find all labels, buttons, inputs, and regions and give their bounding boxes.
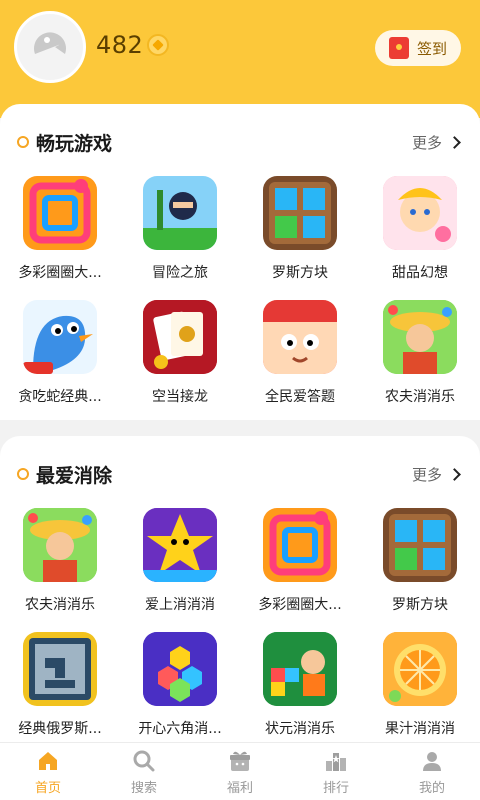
section-card: 最爱消除 更多 农夫消消乐 爱上消消消 多彩圈圈大... 罗斯方块 经典俄罗斯.…	[0, 436, 480, 756]
user-icon	[423, 752, 441, 771]
quiz-game-icon	[263, 300, 337, 374]
game-name: 罗斯方块	[272, 265, 328, 281]
header: 482 签到	[0, 0, 480, 118]
snake-game-icon	[23, 300, 97, 374]
game-item[interactable]: 甜品幻想	[360, 174, 480, 294]
tetris-game-icon	[23, 632, 97, 706]
game-item[interactable]: 爱上消消消	[120, 506, 240, 626]
section-title: 最爱消除	[36, 465, 113, 487]
game-item[interactable]: 冒险之旅	[120, 174, 240, 294]
farmer-game-icon	[23, 508, 97, 582]
checkin-button[interactable]: 签到	[375, 30, 461, 66]
nav-item-me[interactable]: 我的	[384, 743, 480, 800]
game-name: 多彩圈圈大...	[18, 265, 102, 281]
more-link[interactable]: 更多	[412, 464, 461, 485]
bottom-nav: 首页 搜索 福利 排行 我的	[0, 742, 480, 800]
cards-game-icon	[143, 300, 217, 374]
game-item[interactable]: 农夫消消乐	[0, 506, 120, 626]
section-header: 畅玩游戏 更多	[0, 104, 480, 174]
game-name: 农夫消消乐	[385, 389, 455, 405]
coin-icon	[147, 34, 170, 56]
coin-balance: 482	[96, 31, 170, 59]
dessert-game-icon	[383, 176, 457, 250]
red-envelope-icon	[389, 37, 409, 59]
gift-icon	[230, 751, 250, 771]
section-dot-icon	[17, 468, 29, 480]
section-card: 畅玩游戏 更多 多彩圈圈大... 冒险之旅 罗斯方块 甜品幻想 贪吃蛇经典...…	[0, 104, 480, 420]
game-item[interactable]: 状元消消乐	[240, 630, 360, 750]
farmer-game-icon	[383, 300, 457, 374]
game-name: 全民爱答题	[265, 389, 335, 405]
game-item[interactable]: 罗斯方块	[360, 506, 480, 626]
nav-item-welfare[interactable]: 福利	[192, 743, 288, 800]
game-name: 空当接龙	[152, 389, 208, 405]
nav-item-search[interactable]: 搜索	[96, 743, 192, 800]
rank-icon	[326, 753, 346, 771]
game-name: 罗斯方块	[392, 597, 448, 613]
block-game-icon	[263, 176, 337, 250]
game-name: 经典俄罗斯...	[18, 721, 102, 737]
game-name: 状元消消乐	[265, 721, 335, 737]
checkin-label: 签到	[417, 39, 448, 58]
game-item[interactable]: 罗斯方块	[240, 174, 360, 294]
more-link[interactable]: 更多	[412, 132, 461, 153]
home-icon	[39, 752, 57, 770]
nav-label: 福利	[226, 781, 253, 796]
game-item[interactable]: 多彩圈圈大...	[0, 174, 120, 294]
nav-label: 首页	[34, 781, 61, 796]
ninja-game-icon	[143, 176, 217, 250]
hex-game-icon	[143, 632, 217, 706]
section-title: 畅玩游戏	[36, 133, 113, 155]
rings-game-icon	[23, 176, 97, 250]
game-name: 果汁消消消	[385, 721, 455, 737]
game-name: 多彩圈圈大...	[258, 597, 342, 613]
avatar-placeholder-icon	[17, 14, 83, 80]
coin-count: 482	[96, 31, 144, 59]
more-label: 更多	[412, 134, 443, 152]
nav-label: 我的	[418, 781, 445, 796]
game-item[interactable]: 经典俄罗斯...	[0, 630, 120, 750]
game-name: 爱上消消消	[145, 597, 215, 613]
game-item[interactable]: 多彩圈圈大...	[240, 506, 360, 626]
block-game-icon	[383, 508, 457, 582]
chevron-right-icon	[448, 136, 461, 149]
more-label: 更多	[412, 466, 443, 484]
rings-game-icon	[263, 508, 337, 582]
game-item[interactable]: 贪吃蛇经典...	[0, 298, 120, 418]
game-item[interactable]: 全民爱答题	[240, 298, 360, 418]
game-name: 贪吃蛇经典...	[18, 389, 102, 405]
section-header: 最爱消除 更多	[0, 436, 480, 506]
section-dot-icon	[17, 136, 29, 148]
champ-game-icon	[263, 632, 337, 706]
game-name: 冒险之旅	[152, 265, 208, 281]
game-item[interactable]: 开心六角消...	[120, 630, 240, 750]
nav-label: 搜索	[130, 781, 157, 796]
game-name: 开心六角消...	[138, 721, 222, 737]
game-name: 甜品幻想	[392, 265, 448, 281]
nav-item-home[interactable]: 首页	[0, 743, 96, 800]
search-icon	[133, 750, 155, 772]
juice-game-icon	[383, 632, 457, 706]
game-name: 农夫消消乐	[25, 597, 95, 613]
game-item[interactable]: 空当接龙	[120, 298, 240, 418]
avatar[interactable]	[14, 11, 86, 83]
nav-item-rank[interactable]: 排行	[288, 743, 384, 800]
chevron-right-icon	[448, 468, 461, 481]
star-game-icon	[143, 508, 217, 582]
nav-label: 排行	[322, 781, 349, 796]
game-item[interactable]: 果汁消消消	[360, 630, 480, 750]
game-item[interactable]: 农夫消消乐	[360, 298, 480, 418]
